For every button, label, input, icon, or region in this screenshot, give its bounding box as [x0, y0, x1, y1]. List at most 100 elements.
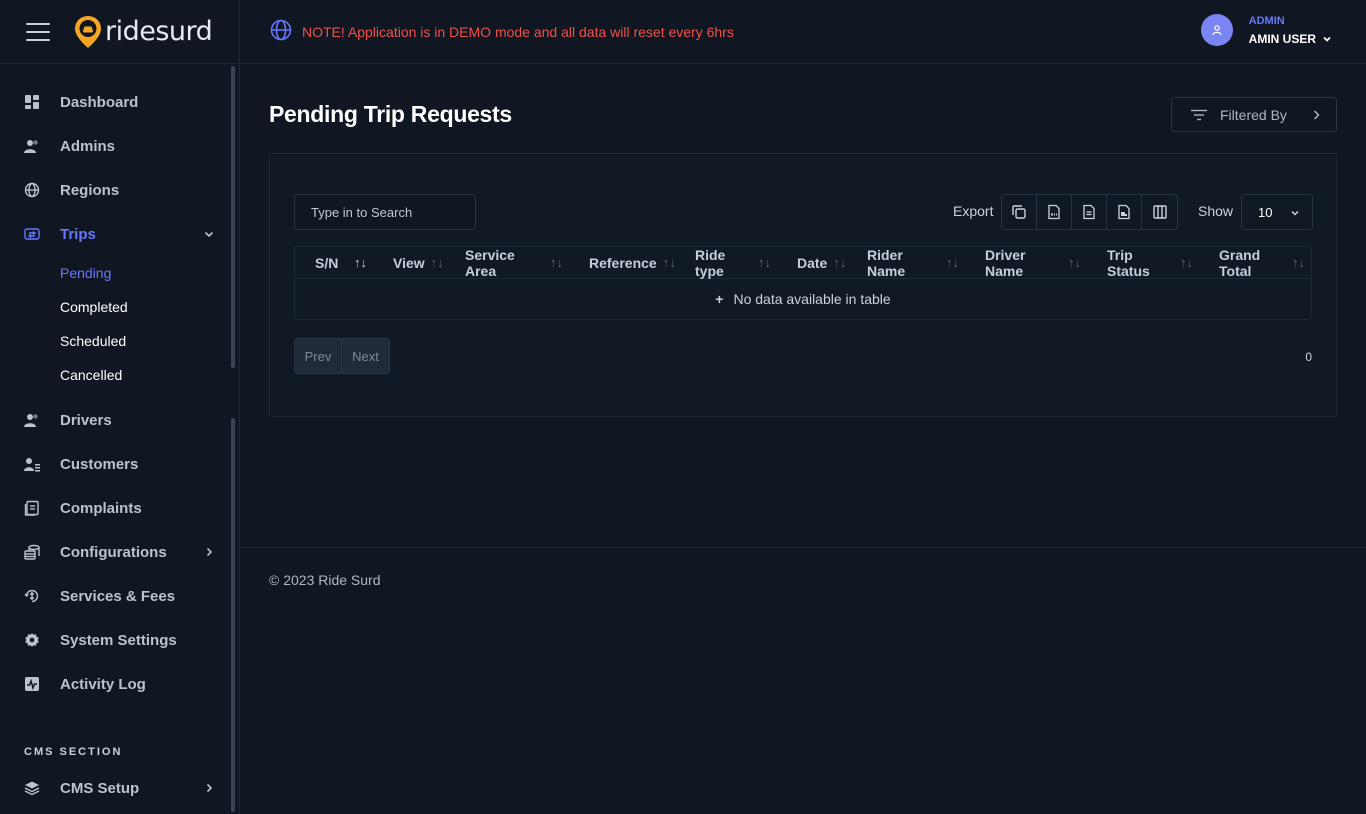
column-header-ride-type[interactable]: Ride type ↑↓ [675, 247, 777, 279]
column-header-driver-name[interactable]: Driver Name ↑↓ [965, 247, 1087, 279]
plus-icon: + [715, 291, 724, 307]
avatar[interactable] [1200, 14, 1233, 46]
sidebar-item-dashboard[interactable]: Dashboard [0, 80, 239, 124]
map-pin-car-icon [75, 15, 101, 48]
sidebar-item-label: System Settings [60, 631, 177, 649]
sidebar-header: ridesurd [0, 0, 239, 64]
sidebar-item-activity-log[interactable]: Activity Log [0, 662, 239, 706]
sidebar-item-label: Activity Log [60, 675, 146, 693]
column-header-trip-status[interactable]: Trip Status ↑↓ [1087, 247, 1199, 279]
demo-notice: NOTE! Application is in DEMO mode and al… [270, 19, 734, 44]
sidebar-subitem-completed[interactable]: Completed [0, 290, 239, 324]
search-input[interactable] [294, 194, 476, 230]
column-header-grand-total[interactable]: Grand Total ↑↓ [1199, 247, 1311, 279]
sort-icon: ↑↓ [1292, 255, 1305, 270]
sidebar-subitem-cancelled[interactable]: Cancelled [0, 358, 239, 392]
users-icon [24, 412, 40, 428]
pagination: Prev Next [294, 338, 390, 374]
sidebar-item-label: Complaints [60, 499, 142, 517]
export-label: Export [953, 203, 994, 219]
user-icon [1212, 25, 1222, 36]
sidebar-item-drivers[interactable]: Drivers [0, 398, 239, 442]
export-excel-button[interactable] [1072, 195, 1107, 229]
menu-toggle-icon[interactable] [26, 22, 50, 41]
sidebar: ridesurd Dashboard Admins Regions Trips … [0, 0, 240, 814]
sidebar-item-complaints[interactable]: Complaints [0, 486, 239, 530]
export-copy-button[interactable] [1002, 195, 1037, 229]
sidebar-item-label: Regions [60, 181, 120, 199]
sidebar-item-label: CMS Setup [60, 779, 140, 797]
sidebar-item-label: Admins [60, 137, 116, 155]
sidebar-item-regions[interactable]: Regions [0, 168, 239, 212]
layers-icon [24, 780, 40, 796]
column-header-date[interactable]: Date ↑↓ [777, 247, 847, 279]
sidebar-item-configurations[interactable]: Configurations [0, 530, 239, 574]
sort-icon: ↑↓ [833, 255, 847, 270]
user-menu[interactable]: ADMIN AMIN USER [1200, 14, 1332, 46]
column-visibility-button[interactable] [1142, 195, 1177, 229]
sidebar-item-admins[interactable]: Admins [0, 124, 239, 168]
trips-table: S/N ↑↓ View ↑↓ Service Area ↑↓ Reference ↑↓ … [294, 246, 1312, 320]
sidebar-item-label: Drivers [60, 411, 112, 429]
sidebar-nav: Dashboard Admins Regions Trips Pending C… [0, 64, 239, 810]
user-name[interactable]: AMIN USER [1249, 32, 1332, 46]
column-header-reference[interactable]: Reference ↑↓ [569, 247, 676, 279]
export-csv-button[interactable] [1037, 195, 1072, 229]
cms-section-title: CMS SECTION [24, 746, 123, 758]
table-card: Export Show 10 S/N↑↓ [269, 153, 1337, 417]
sort-icon: ↑↓ [550, 255, 563, 270]
topbar: NOTE! Application is in DEMO mode and al… [240, 0, 1366, 64]
scrollbar-thumb[interactable] [231, 418, 235, 812]
export-pdf-button[interactable] [1107, 195, 1142, 229]
column-header-service-area[interactable]: Service Area ↑↓ [445, 247, 569, 279]
sidebar-item-customers[interactable]: Customers [0, 442, 239, 486]
sidebar-item-system-settings[interactable]: System Settings [0, 618, 239, 662]
chevron-down-icon [1291, 210, 1299, 216]
sidebar-item-label: Services & Fees [60, 587, 176, 605]
show-label: Show [1198, 203, 1234, 219]
column-header-view[interactable]: View ↑↓ [373, 247, 445, 279]
sidebar-item-label: Customers [60, 455, 139, 473]
brand-logo[interactable]: ridesurd [74, 15, 213, 49]
sort-icon: ↑↓ [1068, 255, 1081, 270]
user-name-text: AMIN USER [1248, 31, 1316, 46]
column-header-rider-name[interactable]: Rider Name ↑↓ [847, 247, 965, 279]
globe-icon [270, 19, 292, 44]
filter-button[interactable]: Filtered By [1171, 97, 1337, 132]
scrollbar-thumb[interactable] [231, 66, 235, 368]
next-button[interactable]: Next [342, 339, 389, 373]
user-role: ADMIN [1248, 14, 1285, 27]
filter-icon [1191, 109, 1207, 120]
table-empty-row: + No data available in table [295, 279, 1311, 319]
demo-notice-text: NOTE! Application is in DEMO mode and al… [302, 23, 734, 40]
page-length-select[interactable]: 10 [1241, 194, 1313, 230]
trips-icon [24, 226, 40, 242]
customers-icon [24, 456, 40, 472]
sidebar-subitem-scheduled[interactable]: Scheduled [0, 324, 239, 358]
sort-icon: ↑↓ [662, 255, 676, 270]
sidebar-item-cms-setup[interactable]: CMS Setup [0, 766, 239, 810]
dashboard-icon [24, 94, 40, 110]
prev-button[interactable]: Prev [295, 339, 342, 373]
globe-icon [24, 182, 40, 198]
table-header: S/N ↑↓ View ↑↓ Service Area ↑↓ Reference ↑↓ … [295, 247, 1311, 279]
document-icon [24, 500, 40, 516]
services-icon [24, 588, 40, 604]
chevron-right-icon [1313, 110, 1320, 120]
record-count: 0 [1305, 350, 1312, 364]
page-title: Pending Trip Requests [269, 101, 512, 127]
sidebar-item-label: Configurations [60, 543, 167, 561]
sort-icon: ↑↓ [430, 255, 444, 270]
sort-icon: ↑↓ [946, 255, 959, 270]
page-length-value: 10 [1258, 204, 1273, 220]
column-header-sn[interactable]: S/N ↑↓ [295, 247, 373, 279]
chevron-down-icon [203, 227, 215, 244]
sidebar-item-trips[interactable]: Trips [0, 212, 239, 256]
sidebar-item-services-fees[interactable]: Services & Fees [0, 574, 239, 618]
excel-icon [1083, 204, 1095, 220]
brand-name: ridesurd [105, 16, 213, 47]
sidebar-subitem-pending[interactable]: Pending [0, 256, 239, 290]
sort-icon: ↑↓ [758, 255, 771, 270]
sidebar-scrollbar[interactable] [231, 66, 235, 812]
coins-icon [24, 544, 40, 560]
